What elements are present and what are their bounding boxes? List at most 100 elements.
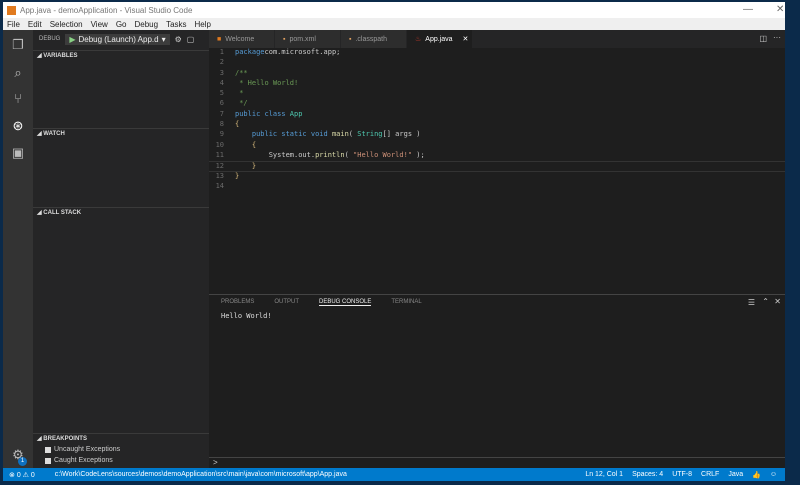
code-token [235,130,252,140]
window-title: App.java - demoApplication - Visual Stud… [20,6,192,15]
breakpoint-label: Uncaught Exceptions [54,446,120,453]
code-line[interactable]: 1packagecom.microsoft.app; [209,48,785,58]
breakpoints-section-header[interactable]: ◢ BREAKPOINTS [33,433,209,443]
code-token: ( [345,151,353,161]
code-line[interactable]: 14 [209,182,785,192]
line-number: 10 [209,141,235,151]
code-token: com.microsoft.app; [265,48,341,58]
menu-item-go[interactable]: Go [116,20,127,29]
tab-label: pom.xml [289,36,315,43]
code-token: public static void [252,130,332,140]
source-control-icon[interactable]: ⑂ [11,92,25,106]
indentation[interactable]: Spaces: 4 [632,471,663,479]
feedback-smiley-icon[interactable]: ☺ [770,471,777,479]
line-number: 8 [209,120,235,130]
checkbox[interactable] [45,458,51,464]
errors-indicator[interactable]: ⊗ 0 ⚠ 0 [9,471,35,479]
menu-item-help[interactable]: Help [195,20,211,29]
tab-problems[interactable]: PROBLEMS [221,299,254,306]
close-panel-icon[interactable]: ✕ [774,297,781,306]
code-token: main [332,130,349,140]
encoding[interactable]: UTF-8 [672,471,692,479]
checkbox[interactable] [45,447,51,453]
debug-label: DEBUG [39,36,60,42]
start-debug-icon[interactable]: ▶ [69,35,75,44]
close-tab-icon[interactable]: ✕ [463,35,469,43]
line-number: 5 [209,89,235,99]
callstack-label: CALL STACK [43,210,81,216]
maximize-panel-icon[interactable]: ⌃ [762,297,769,306]
menu-item-selection[interactable]: Selection [50,20,83,29]
code-line[interactable]: 12 } [209,161,785,171]
tab-app-java[interactable]: ♨App.java✕ [407,30,473,48]
tab-pom-xml[interactable]: ▪pom.xml [275,30,341,48]
status-bar: ⊗ 0 ⚠ 0 c:\Work\CodeLens\sources\demos\d… [3,468,785,481]
editor-tabs: ■Welcome ▪pom.xml ▪.classpath ♨App.java✕… [209,30,785,48]
debug-config-select[interactable]: ▶ Debug (Launch) App.d ▾ [65,34,169,45]
code-token: { [235,120,239,130]
language-mode[interactable]: Java [728,471,743,479]
code-line[interactable]: 4 * Hello World! [209,79,785,89]
line-number: 3 [209,69,235,79]
menu-item-file[interactable]: File [7,20,20,29]
code-line[interactable]: 5 * [209,89,785,99]
tab-output[interactable]: OUTPUT [274,299,299,306]
line-number: 14 [209,182,235,192]
code-line[interactable]: 10 { [209,141,785,151]
callstack-section-header[interactable]: ◢ CALL STACK [33,207,209,217]
cursor-position[interactable]: Ln 12, Col 1 [585,471,623,479]
code-token [235,162,252,170]
code-token: /** [235,69,248,79]
clear-console-icon[interactable]: ☰ [748,298,755,307]
thumbs-up-icon[interactable]: 👍 [752,471,761,479]
tab-label: .classpath [355,36,387,43]
update-badge: 1 [18,457,27,466]
menu-item-debug[interactable]: Debug [134,20,158,29]
java-file-icon: ♨ [415,35,421,43]
debug-config-label: Debug (Launch) App.d [79,35,159,44]
warning-count: 0 [31,472,35,479]
code-line[interactable]: 8{ [209,120,785,130]
code-line[interactable]: 9 public static void main( String[] args… [209,130,785,140]
extensions-icon[interactable]: ▣ [11,146,25,160]
code-line[interactable]: 6 */ [209,99,785,109]
variables-section-header[interactable]: ◢ VARIABLES [33,50,209,60]
debug-icon[interactable]: ⊛ [11,119,25,133]
menu-item-edit[interactable]: Edit [28,20,42,29]
line-ending[interactable]: CRLF [701,471,719,479]
file-path: c:\Work\CodeLens\sources\demos\demoAppli… [55,471,347,478]
search-icon[interactable]: ⌕ [11,66,25,80]
watch-section-header[interactable]: ◢ WATCH [33,128,209,138]
error-count: 0 [17,472,21,479]
breakpoint-caught[interactable]: Caught Exceptions [45,457,113,464]
code-line[interactable]: 3/** [209,69,785,79]
vscode-logo-icon [7,6,16,15]
title-bar: App.java - demoApplication - Visual Stud… [3,2,785,18]
more-actions-icon[interactable]: ··· [773,33,781,42]
code-token: System.out. [235,151,315,161]
code-line[interactable]: 2 [209,58,785,68]
code-line[interactable]: 7public class App [209,110,785,120]
debug-settings-gear-icon[interactable]: ⚙ [175,35,182,44]
menu-item-view[interactable]: View [91,20,108,29]
minimize-button[interactable]: — [743,4,753,15]
tab-debug-console[interactable]: DEBUG CONSOLE [319,299,371,306]
panel-tabs: PROBLEMS OUTPUT DEBUG CONSOLE TERMINAL [209,295,785,306]
code-line[interactable]: 13} [209,172,785,182]
code-line[interactable]: 11 System.out.println( "Hello World!" ); [209,151,785,161]
code-editor[interactable]: 1packagecom.microsoft.app;23/**4 * Hello… [209,48,785,294]
tab-classpath[interactable]: ▪.classpath [341,30,407,48]
code-token: App [290,110,303,120]
tab-welcome[interactable]: ■Welcome [209,30,275,48]
menu-item-tasks[interactable]: Tasks [166,20,186,29]
breakpoint-uncaught[interactable]: Uncaught Exceptions [45,446,120,453]
tab-terminal[interactable]: TERMINAL [391,299,421,306]
code-token: */ [235,99,248,109]
code-token: } [235,172,239,182]
close-window-button[interactable]: ✕ [776,4,784,15]
explorer-icon[interactable]: ❐ [11,38,25,52]
code-token [235,141,252,151]
debug-console-toggle-icon[interactable]: ▢ [187,35,195,44]
console-input[interactable]: > [209,457,785,468]
split-editor-icon[interactable]: ◫ [759,34,767,43]
